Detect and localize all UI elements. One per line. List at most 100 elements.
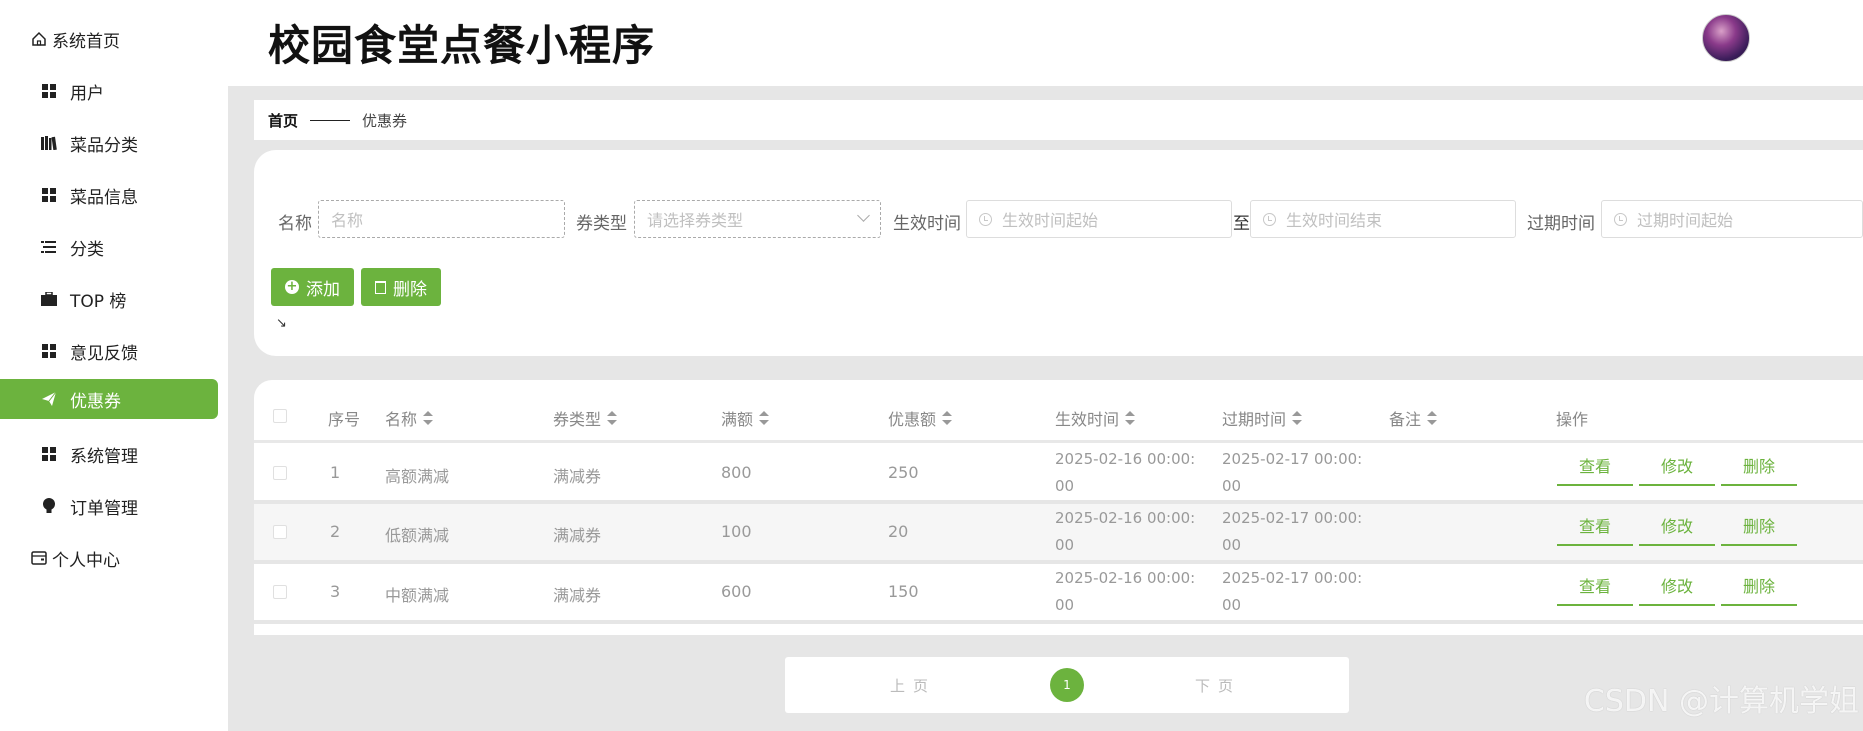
effective-time-label: 生效时间 bbox=[893, 214, 961, 234]
effective-start-input[interactable]: 生效时间起始 bbox=[966, 200, 1232, 238]
row-checkbox[interactable] bbox=[273, 525, 287, 539]
sidebar-item-users[interactable]: 用户 bbox=[0, 71, 218, 111]
cell-threshold: 100 bbox=[721, 522, 752, 541]
cell-index: 1 bbox=[330, 463, 341, 482]
header-name[interactable]: 名称 bbox=[385, 406, 434, 430]
clock-icon bbox=[1263, 212, 1276, 226]
cell-name: 中额满减 bbox=[385, 586, 450, 605]
sidebar-item-category[interactable]: 分类 bbox=[0, 227, 218, 267]
sidebar-item-label: 系统首页 bbox=[52, 31, 120, 52]
wallet-icon bbox=[30, 549, 48, 567]
breadcrumb-separator bbox=[310, 119, 351, 121]
header-effective-time[interactable]: 生效时间 bbox=[1055, 406, 1136, 430]
coupon-type-select[interactable]: 请选择券类型 bbox=[634, 200, 881, 238]
sidebar-item-coupons[interactable]: 优惠券 bbox=[0, 379, 218, 419]
edit-button[interactable]: 修改 bbox=[1639, 450, 1715, 486]
breadcrumb-home[interactable]: 首页 bbox=[268, 110, 298, 131]
name-input[interactable]: 名称 bbox=[318, 200, 565, 238]
select-all-checkbox[interactable] bbox=[273, 409, 287, 423]
cell-name: 高额满减 bbox=[385, 467, 450, 486]
cell-index: 3 bbox=[330, 582, 341, 601]
cell-discount: 20 bbox=[888, 522, 909, 541]
next-page-button[interactable]: 下页 bbox=[1195, 675, 1241, 696]
sidebar-item-label: 用户 bbox=[70, 83, 104, 104]
plus-circle-icon: + bbox=[285, 279, 299, 294]
sidebar-item-dish-category[interactable]: 菜品分类 bbox=[0, 123, 218, 163]
row-delete-button[interactable]: 删除 bbox=[1721, 450, 1797, 486]
grid-icon bbox=[40, 342, 58, 360]
row-delete-button[interactable]: 删除 bbox=[1721, 510, 1797, 546]
cell-expire-time: 2025-02-17 00:00: 00 bbox=[1222, 450, 1363, 495]
name-input-placeholder: 名称 bbox=[331, 211, 364, 230]
page-number-current[interactable]: 1 bbox=[1050, 668, 1084, 702]
coupon-type-placeholder: 请选择券类型 bbox=[647, 211, 744, 230]
sidebar-item-personal[interactable]: 个人中心 bbox=[0, 538, 218, 578]
table-header-divider bbox=[254, 440, 1863, 443]
breadcrumb-current: 优惠券 bbox=[362, 111, 408, 130]
sidebar-item-label: 意见反馈 bbox=[70, 343, 138, 364]
row-delete-button[interactable]: 删除 bbox=[1721, 570, 1797, 606]
cell-type: 满减券 bbox=[553, 467, 602, 486]
expire-start-input[interactable]: 过期时间起始 bbox=[1601, 200, 1863, 238]
row-checkbox[interactable] bbox=[273, 466, 287, 480]
effective-end-input[interactable]: 生效时间结束 bbox=[1250, 200, 1516, 238]
cell-discount: 150 bbox=[888, 582, 919, 601]
header-type[interactable]: 券类型 bbox=[553, 406, 618, 430]
sidebar-item-label: 订单管理 bbox=[70, 498, 138, 519]
expire-time-label: 过期时间 bbox=[1527, 214, 1595, 234]
cell-threshold: 800 bbox=[721, 463, 752, 482]
paper-plane-icon bbox=[40, 390, 58, 408]
effective-end-placeholder: 生效时间结束 bbox=[1286, 211, 1383, 230]
sidebar-item-system[interactable]: 系统管理 bbox=[0, 434, 218, 474]
header-threshold[interactable]: 满额 bbox=[721, 406, 770, 430]
header-note[interactable]: 备注 bbox=[1389, 406, 1438, 430]
sort-icon[interactable] bbox=[607, 411, 618, 425]
cell-index: 2 bbox=[330, 522, 341, 541]
expire-start-placeholder: 过期时间起始 bbox=[1637, 211, 1734, 230]
view-button[interactable]: 查看 bbox=[1557, 510, 1633, 546]
sort-icon[interactable] bbox=[942, 411, 953, 425]
sort-icon[interactable] bbox=[1125, 411, 1136, 425]
coupon-type-label: 券类型 bbox=[576, 214, 627, 234]
cell-effective-time: 2025-02-16 00:00: 00 bbox=[1055, 509, 1196, 554]
sidebar-item-label: 分类 bbox=[70, 239, 104, 260]
sidebar-item-feedback[interactable]: 意见反馈 bbox=[0, 331, 218, 371]
header-index: 序号 bbox=[328, 410, 361, 429]
delete-button[interactable]: 删除 bbox=[361, 268, 441, 306]
row-divider bbox=[254, 620, 1863, 624]
avatar[interactable] bbox=[1702, 14, 1750, 62]
view-button[interactable]: 查看 bbox=[1557, 570, 1633, 606]
sort-icon[interactable] bbox=[759, 411, 770, 425]
app-title: 校园食堂点餐小程序 bbox=[268, 21, 656, 70]
sidebar-item-top-list[interactable]: TOP 榜 bbox=[0, 279, 218, 319]
cell-discount: 250 bbox=[888, 463, 919, 482]
sidebar-item-label: 系统管理 bbox=[70, 446, 138, 467]
sidebar-item-orders[interactable]: 订单管理 bbox=[0, 486, 218, 526]
header-expire-time[interactable]: 过期时间 bbox=[1222, 406, 1303, 430]
sidebar: 系统首页 用户 菜品分类 菜品信息 分类 TOP 榜 意见反馈 优惠券 系统管理… bbox=[0, 0, 228, 731]
sidebar-item-dish-info[interactable]: 菜品信息 bbox=[0, 175, 218, 215]
cell-expire-time: 2025-02-17 00:00: 00 bbox=[1222, 509, 1363, 554]
sort-icon[interactable] bbox=[1427, 411, 1438, 425]
add-button-label: 添加 bbox=[306, 279, 340, 300]
search-panel bbox=[254, 150, 1863, 356]
sort-icon[interactable] bbox=[423, 411, 434, 425]
add-button[interactable]: + 添加 bbox=[271, 268, 354, 306]
sort-icon[interactable] bbox=[1292, 411, 1303, 425]
header-operations: 操作 bbox=[1556, 410, 1589, 429]
edit-button[interactable]: 修改 bbox=[1639, 510, 1715, 546]
edit-button[interactable]: 修改 bbox=[1639, 570, 1715, 606]
grid-icon bbox=[40, 445, 58, 463]
range-to-label: 至 bbox=[1233, 214, 1250, 234]
row-checkbox[interactable] bbox=[273, 585, 287, 599]
pagination: 上页 1 下页 bbox=[785, 657, 1349, 713]
view-button[interactable]: 查看 bbox=[1557, 450, 1633, 486]
prev-page-button[interactable]: 上页 bbox=[890, 675, 936, 696]
header-discount[interactable]: 优惠额 bbox=[888, 406, 953, 430]
chevron-down-icon bbox=[857, 209, 870, 222]
sidebar-item-home[interactable]: 系统首页 bbox=[0, 19, 218, 59]
sidebar-item-label: 菜品分类 bbox=[70, 135, 138, 156]
books-icon bbox=[40, 134, 58, 152]
grid-icon bbox=[40, 82, 58, 100]
cell-name: 低额满减 bbox=[385, 526, 450, 545]
